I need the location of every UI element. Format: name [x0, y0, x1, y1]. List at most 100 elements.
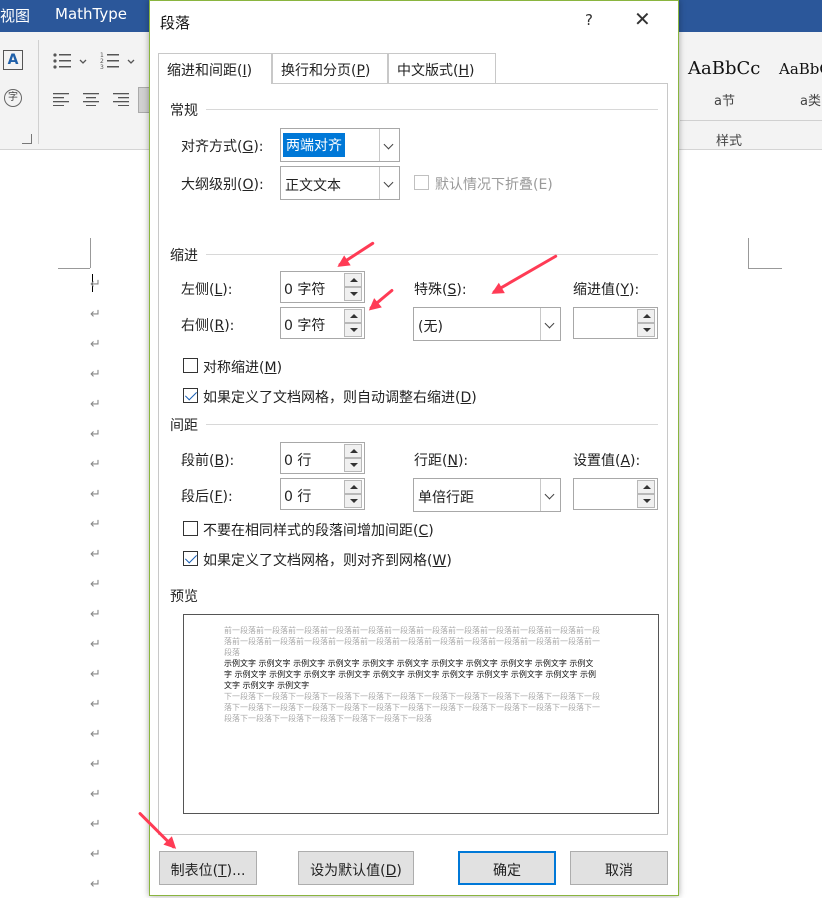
spin-up-icon[interactable] — [344, 444, 362, 458]
label-text: 行距( — [414, 453, 448, 469]
line-spacing-at-spinner[interactable] — [573, 478, 658, 510]
spin-up-icon[interactable] — [344, 309, 362, 323]
char-border-icon[interactable]: A — [3, 50, 23, 70]
label-end: ): — [222, 282, 233, 298]
crop-mark-left-v — [90, 238, 91, 268]
style-name-1: a节 — [714, 94, 735, 109]
special-indent-value: (无) — [418, 319, 443, 335]
spin-up-icon[interactable] — [344, 480, 362, 494]
chevron-down-icon[interactable] — [540, 308, 560, 340]
mirror-indents-checkbox[interactable] — [183, 358, 198, 373]
mirror-indents-label: 对称缩进(M) — [203, 357, 282, 377]
help-button[interactable]: ? — [585, 11, 593, 29]
style-sample-1[interactable]: AaBbCc — [688, 58, 760, 79]
outline-level-value: 正文文本 — [285, 178, 341, 194]
label-text: 设置值( — [573, 453, 621, 469]
set-as-default-button[interactable]: 设为默认值(D) — [298, 851, 414, 885]
line-spacing-label: 行距(N): — [414, 450, 468, 470]
spin-down-icon[interactable] — [344, 323, 362, 337]
paragraph-mark-icon: ↵ — [90, 457, 101, 472]
numbered-list-icon[interactable]: 1 2 3 — [100, 50, 140, 72]
spin-up-icon[interactable] — [344, 273, 362, 287]
label-accel: A — [620, 453, 631, 469]
label-end: ): — [253, 177, 264, 193]
no-space-same-style-checkbox[interactable] — [183, 521, 198, 536]
tabs-button[interactable]: 制表位(T)... — [159, 851, 257, 885]
label-accel: O — [242, 177, 254, 193]
special-indent-dropdown[interactable]: (无) — [413, 307, 561, 341]
enclose-char-icon[interactable]: 字 — [4, 89, 22, 107]
collapse-by-default-checkbox[interactable] — [414, 175, 429, 190]
font-dialog-launcher-icon[interactable] — [22, 134, 32, 144]
label-text: 不要在相同样式的段落间增加间距( — [203, 523, 419, 539]
paragraph-mark-icon: ↵ — [90, 547, 101, 562]
snap-to-grid-label: 如果定义了文档网格，则对齐到网格(W) — [203, 550, 452, 570]
label-text: 对称缩进( — [203, 360, 265, 376]
spacing-heading: 间距 — [170, 418, 198, 434]
left-indent-label: 左侧(L): — [181, 279, 232, 299]
paragraph-mark-icon: ↵ — [90, 337, 101, 352]
label-accel: Y — [620, 282, 630, 298]
tab-line-page-breaks[interactable]: 换行和分页(P) — [272, 53, 388, 83]
auto-adjust-right-indent-checkbox[interactable] — [183, 388, 198, 403]
align-center-icon[interactable] — [83, 92, 101, 106]
menu-tab-mathtype[interactable]: MathType — [55, 5, 127, 23]
general-heading: 常规 — [170, 103, 198, 119]
right-indent-spinner[interactable]: 0 字符 — [280, 307, 365, 339]
spin-down-icon[interactable] — [344, 458, 362, 472]
spin-down-icon[interactable] — [637, 494, 655, 508]
label-end: ) — [471, 390, 477, 406]
label-end: ): — [224, 453, 235, 469]
label-end: ): — [457, 453, 469, 469]
indent-by-spinner[interactable] — [573, 307, 658, 339]
label-end: ): — [253, 139, 264, 155]
chevron-down-icon[interactable] — [379, 167, 399, 199]
spinner-buttons — [637, 309, 655, 337]
spin-down-icon[interactable] — [637, 323, 655, 337]
crop-mark-right-v — [748, 238, 749, 268]
tab-asian-typography[interactable]: 中文版式(H) — [388, 53, 496, 83]
outline-level-dropdown[interactable]: 正文文本 — [280, 166, 400, 200]
tab-indents-spacing[interactable]: 缩进和间距(I) — [158, 53, 272, 84]
snap-to-grid-checkbox[interactable] — [183, 551, 198, 566]
collapse-by-default-label: 默认情况下折叠(E) — [435, 177, 553, 193]
label-end: ) — [428, 523, 434, 539]
label-text: 右侧( — [181, 318, 215, 334]
paragraph-mark-icon: ↵ — [90, 397, 101, 412]
align-left-icon[interactable] — [53, 92, 71, 106]
spinner-buttons — [344, 309, 362, 337]
spin-down-icon[interactable] — [344, 494, 362, 508]
menu-tab-view[interactable]: 视图 — [0, 5, 30, 26]
label-accel: R — [214, 318, 225, 334]
ok-button[interactable]: 确定 — [458, 851, 556, 885]
tab-label-end: ) — [469, 63, 475, 79]
paragraph-mark-icon: ↵ — [90, 487, 101, 502]
dialog-titlebar[interactable]: 段落 ? ✕ — [150, 1, 678, 41]
line-spacing-dropdown[interactable]: 单倍行距 — [413, 478, 561, 512]
label-accel: D — [460, 390, 472, 406]
close-button[interactable]: ✕ — [634, 7, 651, 31]
style-sample-2[interactable]: AaBbC — [779, 60, 822, 78]
paragraph-dialog: 段落 ? ✕ 缩进和间距(I) 换行和分页(P) 中文版式(H) 常规 对齐方式… — [149, 0, 679, 896]
spinner-buttons — [637, 480, 655, 508]
label-text: 特殊( — [414, 282, 448, 298]
spin-up-icon[interactable] — [637, 309, 655, 323]
cancel-button[interactable]: 取消 — [570, 851, 668, 885]
button-text: 设为默认值( — [310, 863, 386, 879]
no-space-same-style-label: 不要在相同样式的段落间增加间距(C) — [203, 520, 434, 540]
left-indent-spinner[interactable]: 0 字符 — [280, 271, 365, 303]
bullet-list-icon[interactable] — [52, 50, 92, 72]
spin-down-icon[interactable] — [344, 287, 362, 301]
label-text: 对齐方式( — [181, 139, 243, 155]
spin-up-icon[interactable] — [637, 480, 655, 494]
spacing-before-label: 段前(B): — [181, 450, 234, 470]
align-right-icon[interactable] — [113, 92, 131, 106]
spacing-after-spinner[interactable]: 0 行 — [280, 478, 365, 510]
chevron-down-icon[interactable] — [379, 129, 399, 161]
chevron-down-icon[interactable] — [540, 479, 560, 511]
paragraph-mark-icon: ↵ — [90, 307, 101, 322]
spacing-before-spinner[interactable]: 0 行 — [280, 442, 365, 474]
left-indent-value: 0 字符 — [284, 282, 326, 298]
paragraph-mark-icon: ↵ — [90, 367, 101, 382]
alignment-dropdown[interactable]: 两端对齐 — [280, 128, 400, 162]
